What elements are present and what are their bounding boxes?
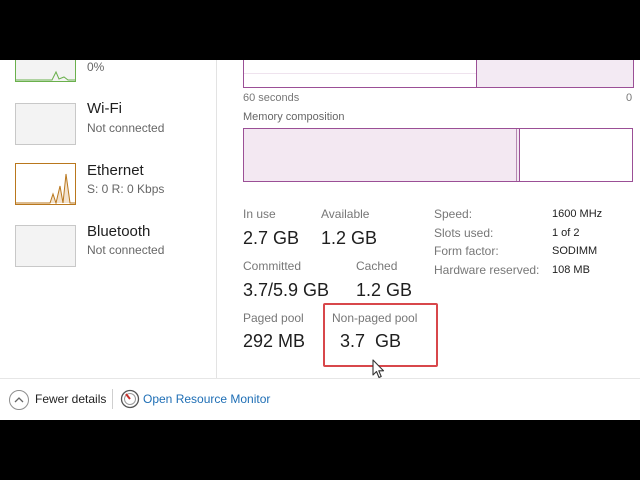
resource-monitor-icon <box>120 389 140 409</box>
in-use-value: 2.7 GB <box>243 228 300 248</box>
memory-usage-fill <box>476 60 633 87</box>
available-label: Available <box>321 207 370 221</box>
graph-axis-left-label: 60 seconds <box>243 92 300 104</box>
sidebar-item-bluetooth[interactable]: Bluetooth Not connected <box>0 223 216 275</box>
fewer-details-label: Fewer details <box>35 392 107 406</box>
non-paged-pool-highlight <box>323 303 438 367</box>
speed-value: 1600 MHz <box>552 208 603 220</box>
memory-composition-bar <box>243 128 633 182</box>
hardware-reserved-label: Hardware reserved: <box>434 263 540 277</box>
available-value: 1.2 GB <box>321 228 378 248</box>
ethernet-sparkline <box>16 173 75 204</box>
sidebar-item-bluetooth-title: Bluetooth <box>87 223 151 240</box>
speed-label: Speed: <box>434 207 473 221</box>
sidebar-thumbnail-bluetooth <box>15 225 76 267</box>
committed-value: 3.7/5.9 GB <box>243 280 330 300</box>
memory-composition-label: Memory composition <box>243 111 345 123</box>
committed-label: Committed <box>243 259 302 273</box>
cached-label: Cached <box>356 259 398 273</box>
slots-used-value: 1 of 2 <box>552 227 580 239</box>
memory-composition-modified <box>517 129 520 181</box>
sidebar-item-wifi-title: Wi-Fi <box>87 100 122 117</box>
cached-value: 1.2 GB <box>356 280 413 300</box>
memory-composition-in-use <box>244 129 516 181</box>
slots-used-label: Slots used: <box>434 226 494 240</box>
sidebar-thumbnail-wifi <box>15 103 76 145</box>
paged-pool-value: 292 MB <box>243 331 306 351</box>
letterbox-bottom <box>0 420 640 480</box>
sidebar-item-top-subtitle: 0% <box>87 60 105 74</box>
task-manager-window: 0% Wi-Fi Not connected Ethernet S: 0 R: … <box>0 60 640 420</box>
sidebar-thumbnail-top <box>15 60 76 82</box>
in-use-label: In use <box>243 207 276 221</box>
sidebar-item-bluetooth-subtitle: Not connected <box>87 243 165 257</box>
footer-separator <box>112 389 113 409</box>
letterbox-top <box>0 0 640 60</box>
sidebar-item-ethernet[interactable]: Ethernet S: 0 R: 0 Kbps <box>0 161 216 213</box>
paged-pool-label: Paged pool <box>243 311 304 325</box>
cpu-sparkline <box>16 70 75 81</box>
sidebar-thumbnail-ethernet <box>15 163 76 205</box>
graph-axis-right-label: 0 <box>626 92 633 104</box>
chevron-up-icon <box>9 390 29 410</box>
sidebar-item-wifi-subtitle: Not connected <box>87 121 165 135</box>
open-resource-monitor-label: Open Resource Monitor <box>143 392 271 406</box>
sidebar-item-wifi[interactable]: Wi-Fi Not connected <box>0 100 216 152</box>
hardware-reserved-value: 108 MB <box>552 264 590 276</box>
footer-bar: Fewer details Open Resource Monitor <box>0 378 640 420</box>
mouse-pointer-icon <box>372 359 385 379</box>
form-factor-label: Form factor: <box>434 244 499 258</box>
sidebar-item-ethernet-subtitle: S: 0 R: 0 Kbps <box>87 182 165 196</box>
sidebar-item-ethernet-title: Ethernet <box>87 162 144 179</box>
performance-sidebar: 0% Wi-Fi Not connected Ethernet S: 0 R: … <box>0 60 217 378</box>
form-factor-value: SODIMM <box>552 245 598 257</box>
memory-usage-graph <box>243 60 634 88</box>
